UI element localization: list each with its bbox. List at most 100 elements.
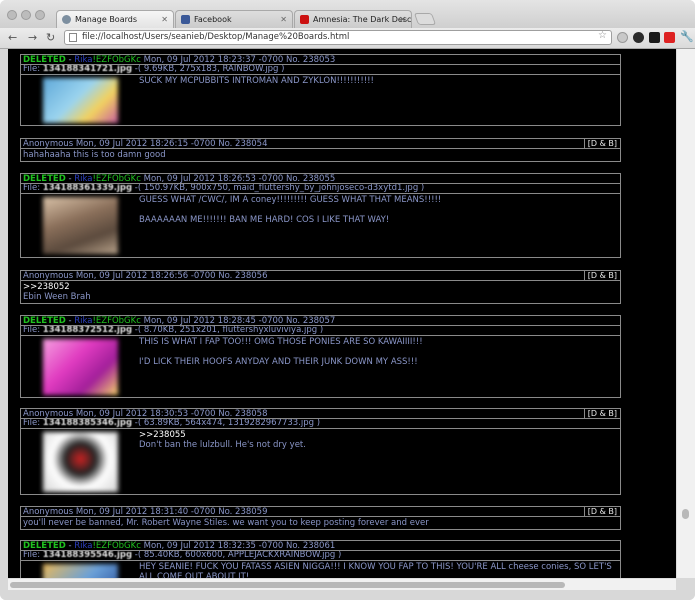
post-thumbnail[interactable] (43, 564, 118, 578)
delete-ban-button[interactable]: [D & B] (583, 139, 620, 148)
file-link[interactable]: 134188361339.jpg (43, 184, 132, 193)
post: DELETED - Rika!EZFObGKc Mon, 09 Jul 2012… (20, 54, 621, 126)
file-info: File: 134188385346.jpg -( 63.89KB, 564x4… (20, 419, 621, 429)
file-details: -( 9.69KB, 275x183, RAINBOW.jpg ) (134, 65, 285, 74)
post: Anonymous Mon, 09 Jul 2012 18:26:56 -070… (20, 270, 621, 304)
post-body: HEY SEANIE! FUCK YOU FATASS ASIEN NIGGA!… (20, 561, 621, 578)
bookmark-star-icon[interactable]: ☆ (598, 30, 607, 41)
post-date: Mon, 09 Jul 2012 18:32:35 -0700 No. 2380… (143, 541, 336, 551)
horizontal-scroll-thumb[interactable] (10, 582, 565, 588)
deleted-label: DELETED (23, 174, 66, 184)
delete-ban-button[interactable]: [D & B] (583, 507, 620, 516)
tab-facebook[interactable]: Facebook ✕ (175, 10, 293, 28)
file-prefix: File: (23, 326, 41, 335)
post-date: Mon, 09 Jul 2012 18:26:53 -0700 No. 2380… (143, 174, 336, 184)
file-details: -( 85.40KB, 600x600, APPLEJACKXRAINBOW.j… (134, 551, 342, 560)
vertical-scrollbar[interactable] (676, 49, 695, 578)
post-line: GUESS WHAT /CWC/, IM A coney!!!!!!!!! GU… (139, 195, 442, 205)
delete-ban-button[interactable]: [D & B] (583, 271, 620, 280)
youtube-icon (300, 15, 309, 24)
camera-icon[interactable] (633, 32, 644, 43)
wrench-icon[interactable]: 🔧 (680, 30, 694, 44)
post-date: Mon, 09 Jul 2012 18:30:53 -0700 No. 2380… (75, 409, 268, 419)
post-line: hahahaaha this is too damn good (23, 150, 166, 160)
deleted-label: DELETED (23, 541, 66, 551)
post-thumbnail[interactable] (43, 432, 118, 492)
post: Anonymous Mon, 09 Jul 2012 18:31:40 -070… (20, 506, 621, 530)
post: DELETED - Rika!EZFObGKc Mon, 09 Jul 2012… (20, 173, 621, 258)
post: DELETED - Rika!EZFObGKc Mon, 09 Jul 2012… (20, 315, 621, 398)
tab-strip: Manage Boards ✕ Facebook ✕ Amnesia: The … (0, 0, 695, 28)
post-line: Ebin Ween Brah (23, 292, 91, 302)
separator: - (68, 55, 72, 65)
post-header: Anonymous Mon, 09 Jul 2012 18:31:40 -070… (20, 506, 621, 517)
tab-close-icon[interactable]: ✕ (161, 11, 168, 28)
quote-link[interactable]: >>238055 (139, 430, 619, 440)
file-link[interactable]: 134188372512.jpg (43, 326, 132, 335)
post-body: >>238055 Don't ban the lulzbull. He's no… (20, 429, 621, 495)
post-text: >>238055 Don't ban the lulzbull. He's no… (139, 430, 619, 450)
file-info: File: 134188341721.jpg -( 9.69KB, 275x18… (20, 65, 621, 75)
tripcode: !EZFObGKc (92, 541, 141, 551)
delete-ban-button[interactable]: [D & B] (583, 409, 620, 418)
post-date: Mon, 09 Jul 2012 18:23:37 -0700 No. 2380… (143, 55, 336, 65)
post-thumbnail[interactable] (43, 78, 118, 123)
close-window-icon[interactable] (7, 10, 17, 20)
post-line: SUCK MY MCPUBBITS INTROMAN AND ZYKLON!!!… (139, 76, 374, 86)
tab-amnesia[interactable]: Amnesia: The Dark Descent ✕ (294, 10, 412, 28)
extension-dark-icon[interactable] (649, 32, 660, 43)
facebook-icon (181, 15, 190, 24)
post-thumbnail[interactable] (43, 197, 118, 254)
post-header: Anonymous Mon, 09 Jul 2012 18:26:15 -070… (20, 138, 621, 149)
browser-toolbar: ← → ↻ file://localhost/Users/seanieb/Des… (0, 28, 695, 49)
back-arrow-icon[interactable]: ← (8, 31, 17, 45)
file-info: File: 134188372512.jpg -( 8.70KB, 251x20… (20, 326, 621, 336)
tab-title: Manage Boards (75, 15, 137, 24)
post-text: HEY SEANIE! FUCK YOU FATASS ASIEN NIGGA!… (139, 562, 619, 578)
post-header: DELETED - Rika!EZFObGKc Mon, 09 Jul 2012… (20, 315, 621, 326)
tripcode: !EZFObGKc (92, 316, 141, 326)
tripcode: !EZFObGKc (92, 174, 141, 184)
post-text: GUESS WHAT /CWC/, IM A coney!!!!!!!!! GU… (139, 195, 619, 235)
reload-icon[interactable]: ↻ (46, 31, 55, 45)
quote-link[interactable]: >>238052 (23, 282, 618, 292)
file-link[interactable]: 134188395546.jpg (43, 551, 132, 560)
file-info: File: 134188361339.jpg -( 150.97KB, 900x… (20, 184, 621, 194)
page-content: DELETED - Rika!EZFObGKc Mon, 09 Jul 2012… (8, 49, 676, 578)
post-line: I'D LICK THEIR HOOFS ANYDAY AND THEIR JU… (139, 357, 418, 367)
poster-name: Rika (74, 316, 93, 326)
window-bottom-edge (0, 590, 695, 600)
file-info: File: 134188395546.jpg -( 85.40KB, 600x6… (20, 551, 621, 561)
new-tab-button[interactable] (413, 13, 437, 25)
post-header: DELETED - Rika!EZFObGKc Mon, 09 Jul 2012… (20, 173, 621, 184)
file-link[interactable]: 134188341721.jpg (43, 65, 132, 74)
post-date: Mon, 09 Jul 2012 18:28:45 -0700 No. 2380… (143, 316, 336, 326)
url-text: file://localhost/Users/seanieb/Desktop/M… (82, 32, 350, 42)
vertical-scroll-thumb[interactable] (682, 509, 689, 519)
zoom-window-icon[interactable] (35, 10, 45, 20)
post-body: hahahaaha this is too damn good (20, 149, 621, 162)
minimize-window-icon[interactable] (21, 10, 31, 20)
extension-red-icon[interactable] (664, 32, 675, 43)
file-details: -( 150.97KB, 900x750, maid_fluttershy_by… (134, 184, 425, 193)
post-header: DELETED - Rika!EZFObGKc Mon, 09 Jul 2012… (20, 540, 621, 551)
file-prefix: File: (23, 65, 41, 74)
separator: - (68, 316, 72, 326)
post-line: THIS IS WHAT I FAP TOO!!! OMG THOSE PONI… (139, 337, 423, 347)
post-body: you'll never be banned, Mr. Robert Wayne… (20, 517, 621, 530)
tab-title: Facebook (194, 15, 232, 24)
file-link[interactable]: 134188385346.jpg (43, 419, 132, 428)
post-thumbnail[interactable] (43, 339, 118, 395)
file-prefix: File: (23, 419, 41, 428)
address-bar[interactable]: file://localhost/Users/seanieb/Desktop/M… (64, 30, 612, 45)
tab-close-icon[interactable]: ✕ (280, 11, 287, 28)
deleted-label: DELETED (23, 55, 66, 65)
file-details: -( 8.70KB, 251x201, fluttershyxluviviya.… (134, 326, 324, 335)
tab-manage-boards[interactable]: Manage Boards ✕ (56, 10, 174, 28)
tab-close-icon[interactable]: ✕ (399, 11, 406, 28)
horizontal-scrollbar[interactable] (8, 578, 676, 590)
browser-window: Manage Boards ✕ Facebook ✕ Amnesia: The … (0, 0, 695, 600)
extension-icon[interactable] (617, 32, 628, 43)
post-line: HEY SEANIE! FUCK YOU FATASS ASIEN NIGGA!… (139, 562, 612, 578)
forward-arrow-icon[interactable]: → (28, 31, 37, 45)
